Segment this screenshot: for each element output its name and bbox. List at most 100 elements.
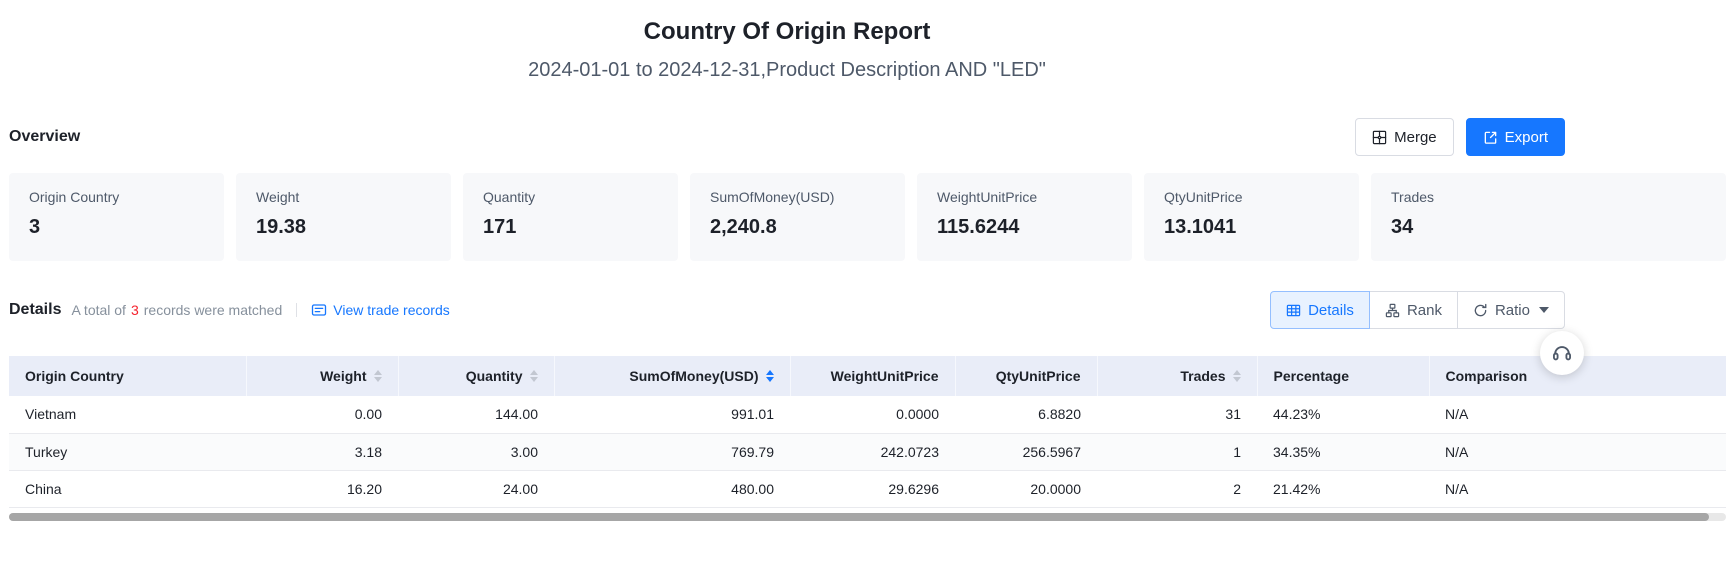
cell-percentage: 44.23% — [1257, 396, 1429, 433]
table-row-turkey: Turkey 3.18 3.00 769.79 242.0723 256.596… — [9, 433, 1726, 470]
cell-weight-unit-price: 242.0723 — [790, 433, 955, 470]
cell-trades: 31 — [1097, 396, 1257, 433]
column-header-sum-of-money[interactable]: SumOfMoney(USD) — [554, 356, 790, 396]
cell-comparison: N/A — [1429, 396, 1726, 433]
stat-value: 34 — [1391, 215, 1706, 239]
support-floating-button[interactable] — [1540, 331, 1584, 375]
column-label: Weight — [320, 368, 366, 384]
cell-weight: 3.18 — [246, 433, 398, 470]
column-header-weight-unit-price: WeightUnitPrice — [790, 356, 955, 396]
view-trade-records-link[interactable]: View trade records — [311, 302, 449, 318]
summary-suffix: records were matched — [144, 302, 283, 318]
details-summary-group: Details A total of 3 records were matche… — [9, 301, 450, 319]
column-label: WeightUnitPrice — [831, 368, 939, 384]
tab-details[interactable]: Details — [1270, 291, 1370, 329]
cell-weight: 0.00 — [246, 396, 398, 433]
cell-weight-unit-price: 29.6296 — [790, 470, 955, 507]
column-label: Comparison — [1446, 368, 1528, 384]
column-label: Percentage — [1274, 368, 1349, 384]
stat-value: 2,240.8 — [710, 215, 885, 239]
merge-cells-icon — [1372, 130, 1387, 145]
stat-label: Origin Country — [29, 188, 204, 206]
sort-icon — [374, 370, 382, 382]
column-header-percentage: Percentage — [1257, 356, 1429, 396]
sort-icon-active — [766, 370, 774, 382]
column-label: SumOfMoney(USD) — [629, 368, 758, 384]
vertical-divider — [296, 303, 297, 317]
column-header-weight[interactable]: Weight — [246, 356, 398, 396]
ratio-refresh-icon — [1473, 303, 1488, 318]
details-header-row: Details A total of 3 records were matche… — [9, 291, 1565, 329]
matched-records-summary: A total of 3 records were matched — [71, 302, 282, 318]
stat-value: 115.6244 — [937, 215, 1112, 239]
report-subtitle: 2024-01-01 to 2024-12-31,Product Descrip… — [9, 58, 1565, 82]
stat-label: QtyUnitPrice — [1164, 188, 1339, 206]
origin-country-table: Origin Country Weight Quantity SumOfMone… — [9, 356, 1726, 508]
stat-card-weight: Weight 19.38 — [236, 173, 451, 261]
view-switcher: Details Rank — [1270, 291, 1565, 329]
stat-label: WeightUnitPrice — [937, 188, 1112, 206]
stat-value: 13.1041 — [1164, 215, 1339, 239]
cell-percentage: 21.42% — [1257, 470, 1429, 507]
stat-label: Trades — [1391, 188, 1706, 206]
cell-trades: 1 — [1097, 433, 1257, 470]
tab-ratio[interactable]: Ratio — [1457, 291, 1565, 329]
table-row-vietnam: Vietnam 0.00 144.00 991.01 0.0000 6.8820… — [9, 396, 1726, 433]
stat-card-origin-country: Origin Country 3 — [9, 173, 224, 261]
cell-percentage: 34.35% — [1257, 433, 1429, 470]
cell-trades: 2 — [1097, 470, 1257, 507]
stat-value: 171 — [483, 215, 658, 239]
cell-sum-of-money: 769.79 — [554, 433, 790, 470]
cell-quantity: 24.00 — [398, 470, 554, 507]
column-header-trades[interactable]: Trades — [1097, 356, 1257, 396]
cell-quantity: 144.00 — [398, 396, 554, 433]
column-label: Quantity — [466, 368, 523, 384]
country-of-origin-report-page: Country Of Origin Report 2024-01-01 to 2… — [0, 0, 1734, 585]
cell-origin-country: Vietnam — [9, 396, 246, 433]
cell-comparison: N/A — [1429, 433, 1726, 470]
column-header-qty-unit-price: QtyUnitPrice — [955, 356, 1097, 396]
merge-button-label: Merge — [1394, 129, 1437, 146]
overview-stat-cards: Origin Country 3 Weight 19.38 Quantity 1… — [9, 173, 1726, 261]
cell-qty-unit-price: 256.5967 — [955, 433, 1097, 470]
overview-section-title: Overview — [9, 128, 80, 146]
cell-origin-country: Turkey — [9, 433, 246, 470]
view-trade-records-label: View trade records — [333, 302, 449, 318]
horizontal-scrollbar-thumb[interactable] — [9, 513, 1709, 521]
table-row-china: China 16.20 24.00 480.00 29.6296 20.0000… — [9, 470, 1726, 507]
cell-sum-of-money: 991.01 — [554, 396, 790, 433]
cell-qty-unit-price: 20.0000 — [955, 470, 1097, 507]
column-label: QtyUnitPrice — [996, 368, 1081, 384]
stat-label: SumOfMoney(USD) — [710, 188, 885, 206]
stat-card-sum-of-money: SumOfMoney(USD) 2,240.8 — [690, 173, 905, 261]
matched-count: 3 — [131, 302, 139, 318]
overview-actions: Merge Export — [1355, 118, 1565, 156]
page-title: Country Of Origin Report — [9, 18, 1565, 46]
cell-sum-of-money: 480.00 — [554, 470, 790, 507]
table-grid-icon — [1286, 303, 1301, 318]
details-section-title: Details — [9, 301, 61, 319]
cell-qty-unit-price: 6.8820 — [955, 396, 1097, 433]
rank-hierarchy-icon — [1385, 303, 1400, 318]
export-icon — [1483, 130, 1498, 145]
export-button-label: Export — [1505, 129, 1548, 146]
chevron-down-icon — [1539, 307, 1549, 313]
stat-card-weight-unit-price: WeightUnitPrice 115.6244 — [917, 173, 1132, 261]
merge-button[interactable]: Merge — [1355, 118, 1454, 156]
cell-comparison: N/A — [1429, 470, 1726, 507]
tab-rank[interactable]: Rank — [1369, 291, 1458, 329]
export-button[interactable]: Export — [1466, 118, 1565, 156]
table-header-row: Origin Country Weight Quantity SumOfMone… — [9, 356, 1726, 396]
cell-origin-country: China — [9, 470, 246, 507]
column-header-origin-country: Origin Country — [9, 356, 246, 396]
sort-icon — [530, 370, 538, 382]
tab-details-label: Details — [1308, 302, 1354, 319]
summary-prefix: A total of — [71, 302, 125, 318]
sort-icon — [1233, 370, 1241, 382]
overview-header-row: Overview Merge — [9, 118, 1565, 156]
tab-rank-label: Rank — [1407, 302, 1442, 319]
tab-ratio-label: Ratio — [1495, 302, 1530, 319]
stat-label: Weight — [256, 188, 431, 206]
headset-icon — [1551, 342, 1573, 364]
column-header-quantity[interactable]: Quantity — [398, 356, 554, 396]
